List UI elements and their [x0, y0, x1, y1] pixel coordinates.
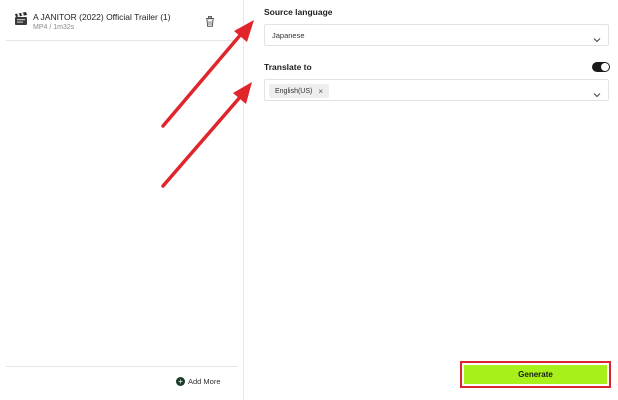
source-language-label: Source language [264, 7, 333, 17]
language-chip: English(US) × [269, 84, 330, 98]
file-meta: MP4 / 1m32s [33, 24, 75, 31]
generate-highlight: Generate [460, 361, 611, 388]
plus-circle-icon: + [176, 376, 185, 386]
add-more-label: Add More [188, 376, 221, 386]
chevron-down-icon [593, 31, 601, 43]
source-language-select[interactable]: Japanese [264, 24, 609, 46]
translate-toggle[interactable] [592, 62, 610, 72]
translate-to-select[interactable]: English(US) × [264, 79, 609, 101]
settings-panel: Source language Japanese Translate to En… [244, 0, 618, 400]
add-more-button[interactable]: + Add More [176, 375, 221, 387]
close-icon[interactable]: × [318, 87, 323, 96]
file-item[interactable]: A JANITOR (2022) Official Trailer (1) MP… [6, 4, 238, 41]
toggle-knob [601, 63, 609, 71]
language-chip-label: English(US) [275, 87, 313, 95]
generate-button[interactable]: Generate [464, 365, 607, 384]
source-language-value: Japanese [272, 31, 305, 40]
trash-icon[interactable] [205, 14, 215, 27]
file-title: A JANITOR (2022) Official Trailer (1) [33, 12, 171, 22]
file-list-panel: A JANITOR (2022) Official Trailer (1) MP… [0, 0, 244, 400]
chevron-down-icon [593, 86, 601, 98]
clapperboard-icon [14, 12, 28, 26]
translate-to-label: Translate to [264, 62, 312, 72]
footer-divider [6, 366, 238, 367]
